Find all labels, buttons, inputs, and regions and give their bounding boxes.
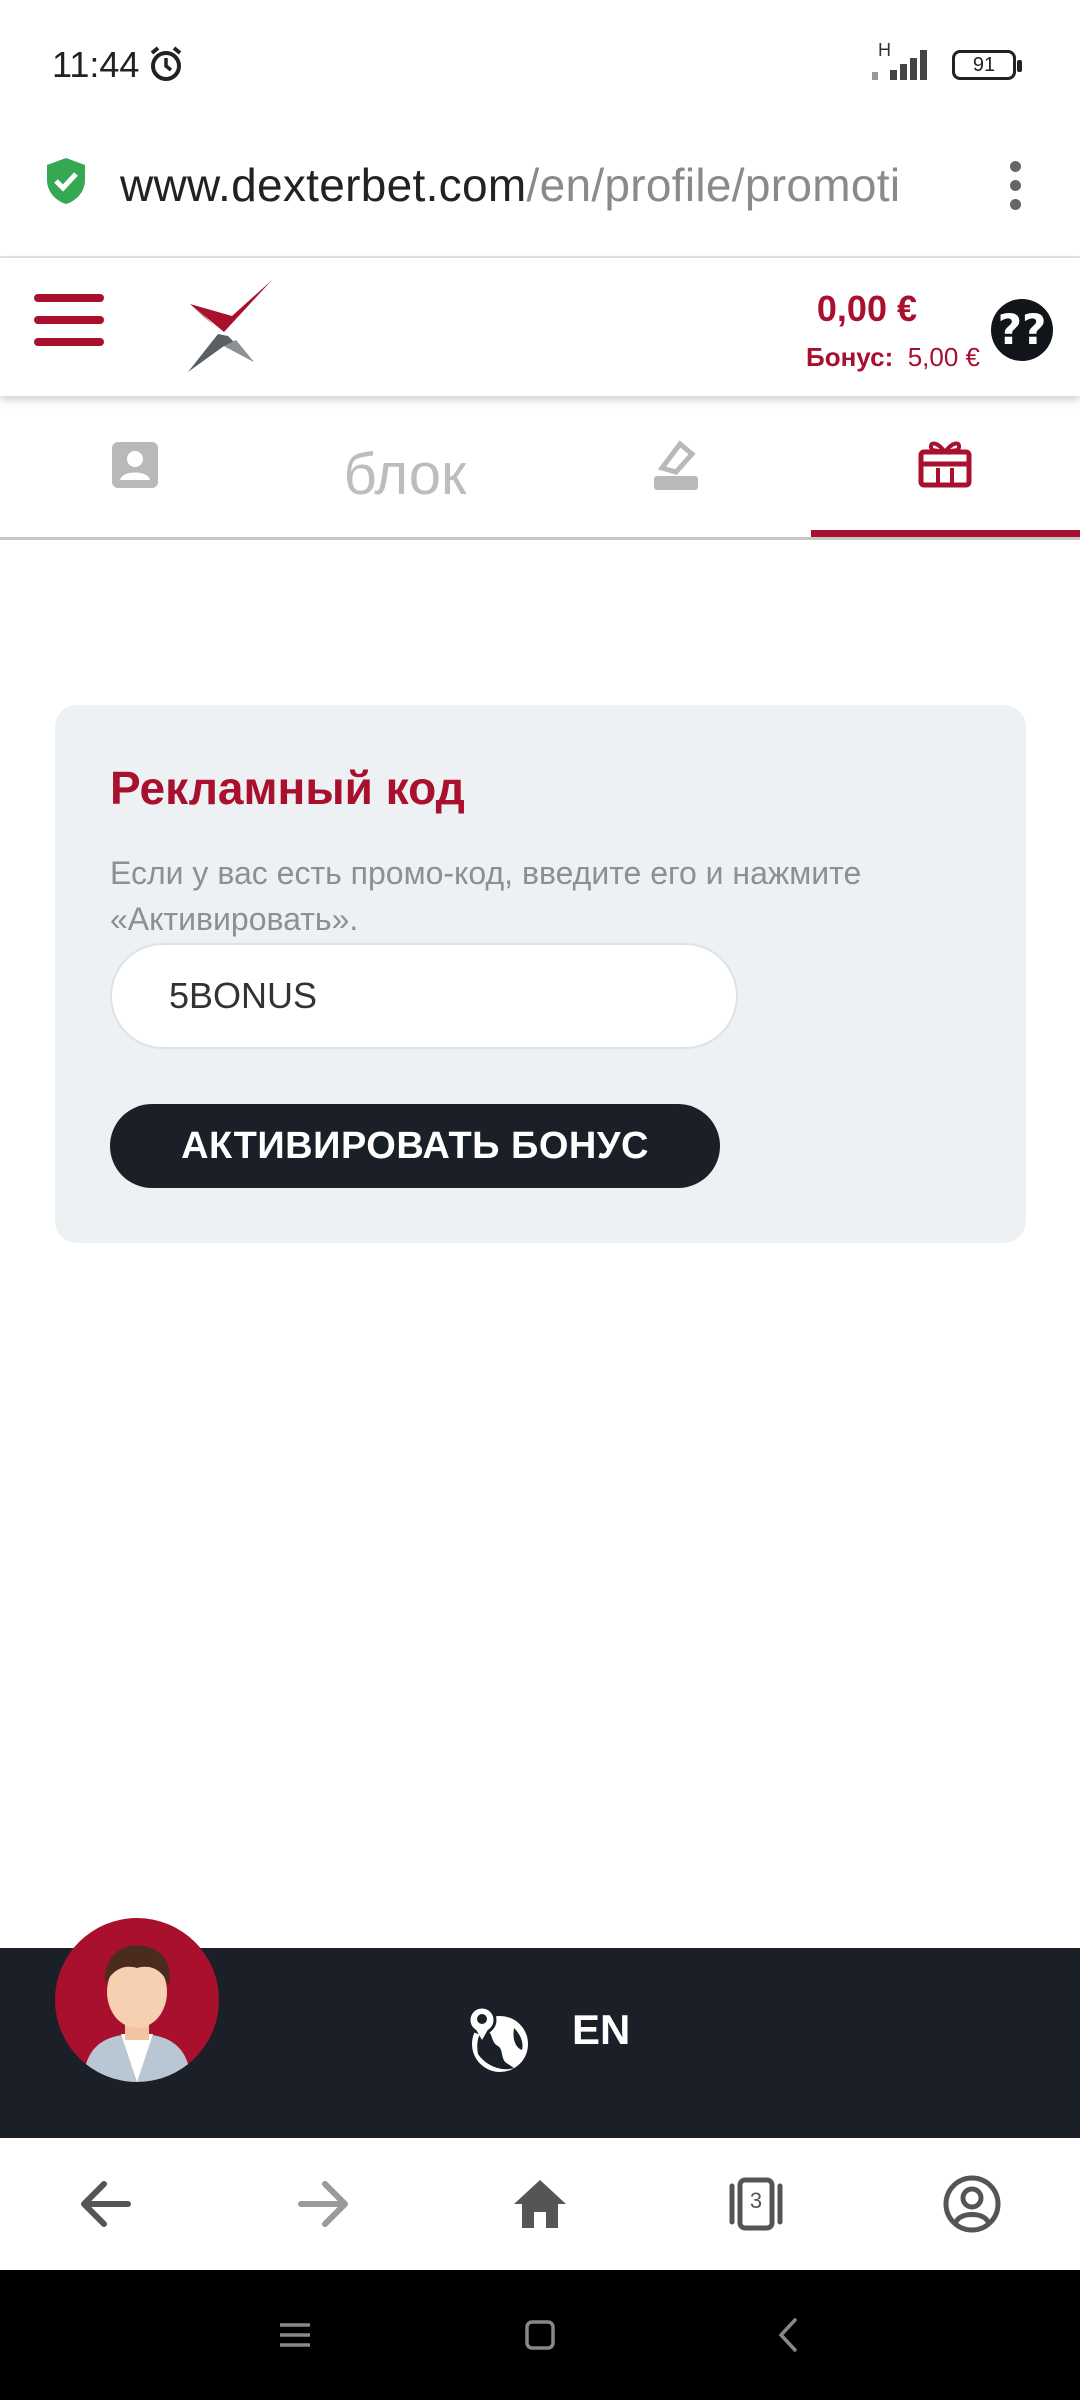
tab-block[interactable]: блок	[270, 396, 540, 540]
bonus-label: Бонус:	[806, 342, 894, 372]
bonus-balance: Бонус: 5,00 €	[806, 342, 980, 373]
promo-code-card: Рекламный код Если у вас есть промо-код,…	[55, 705, 1026, 1243]
bet-slip-icon	[652, 438, 700, 497]
system-navigation-bar	[0, 2270, 1080, 2400]
tabs-switcher-icon[interactable]: 3	[696, 2138, 816, 2270]
activate-bonus-button[interactable]: АКТИВИРОВАТЬ БОНУС	[110, 1104, 720, 1188]
alarm-icon	[146, 44, 186, 89]
url-text[interactable]: www.dexterbet.com/en/profile/promoti	[120, 158, 965, 212]
support-avatar[interactable]	[55, 1918, 219, 2082]
status-time: 11:44	[52, 44, 140, 85]
back-arrow-icon[interactable]	[48, 2138, 168, 2270]
site-header: 0,00 € Бонус: 5,00 €	[0, 258, 1080, 396]
help-icon[interactable]: ??	[990, 298, 1054, 367]
svg-text:??: ??	[998, 305, 1047, 354]
browser-menu-icon[interactable]	[1000, 156, 1030, 216]
browser-url-bar[interactable]: www.dexterbet.com/en/profile/promoti	[0, 130, 1080, 258]
tab-count: 3	[749, 2188, 763, 2213]
battery-indicator: 91	[952, 50, 1022, 80]
active-tab-indicator	[811, 530, 1080, 537]
status-bar: 11:44 H 91	[0, 0, 1080, 130]
user-card-icon	[112, 442, 158, 493]
promo-description: Если у вас есть промо-код, введите его и…	[110, 855, 862, 937]
language-selector[interactable]: EN	[572, 2006, 630, 2054]
home-icon[interactable]	[480, 2138, 600, 2270]
globe-location-icon[interactable]	[464, 2005, 532, 2079]
url-domain: www.dexterbet.com	[120, 159, 527, 211]
profile-tabs: блок	[0, 396, 1080, 540]
tab-promotions[interactable]	[810, 396, 1080, 540]
bonus-value: 5,00 €	[907, 342, 980, 372]
balance-amount[interactable]: 0,00 €	[817, 288, 917, 330]
dexterbet-logo-icon[interactable]	[184, 276, 276, 379]
browser-bottom-nav: 3	[0, 2138, 1080, 2270]
system-back-icon[interactable]	[765, 2310, 815, 2365]
url-path: /en/profile/promoti	[526, 159, 901, 211]
tab-block-label: блок	[343, 442, 467, 507]
gift-icon	[918, 438, 972, 493]
signal-icon	[870, 46, 940, 87]
tab-bets[interactable]	[540, 396, 810, 540]
forward-arrow-icon[interactable]	[263, 2138, 383, 2270]
promo-code-input[interactable]	[110, 943, 738, 1049]
tab-profile[interactable]	[0, 396, 270, 540]
recent-apps-icon[interactable]	[270, 2310, 320, 2365]
account-icon[interactable]	[912, 2138, 1032, 2270]
hamburger-menu-icon[interactable]	[34, 294, 104, 348]
secure-shield-icon	[44, 156, 88, 211]
home-button-icon[interactable]	[515, 2310, 565, 2365]
promo-title: Рекламный код	[110, 762, 465, 814]
